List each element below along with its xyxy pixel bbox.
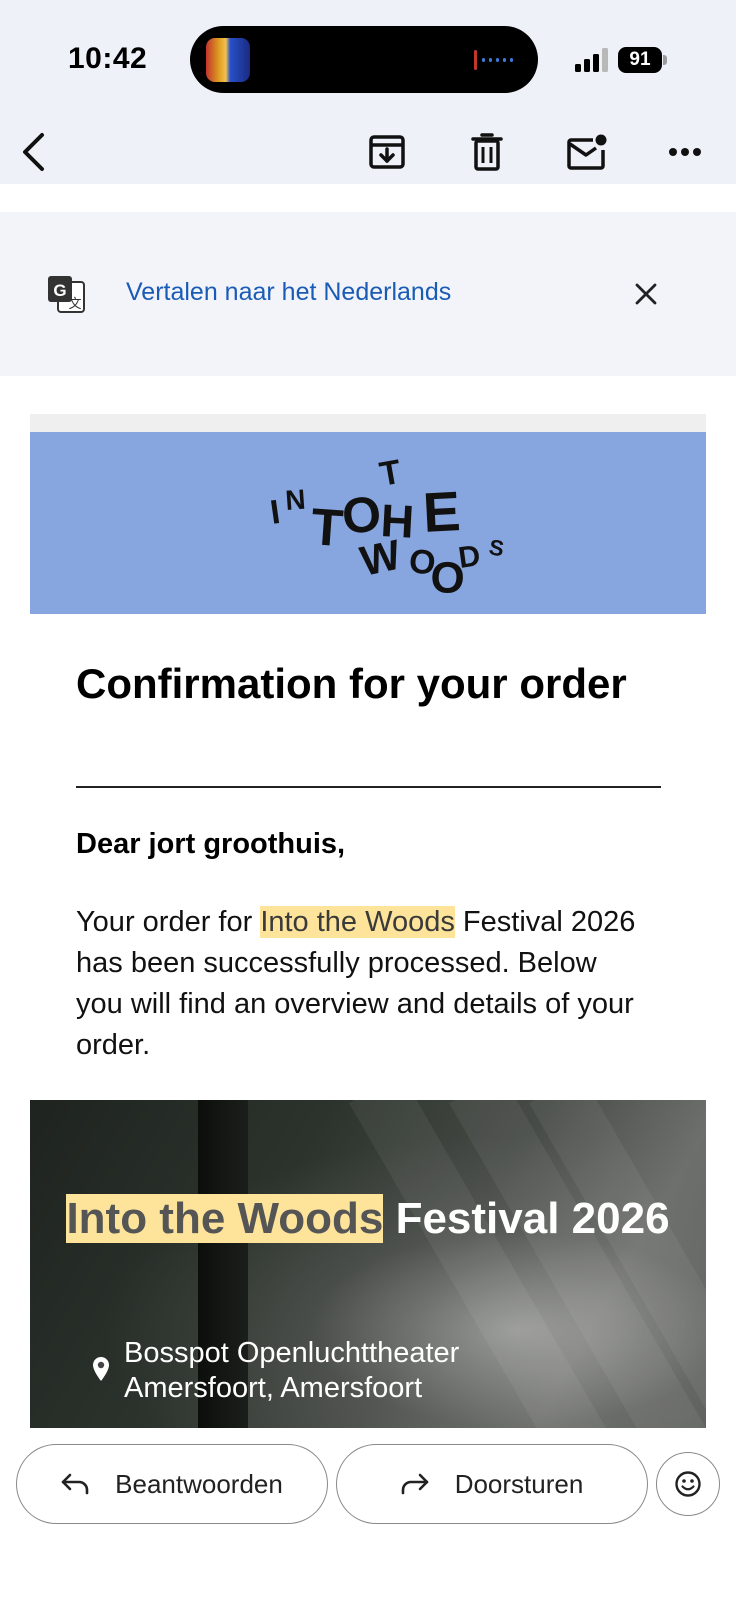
svg-text:文: 文 bbox=[68, 296, 81, 311]
battery-tip bbox=[663, 55, 667, 65]
svg-text:I: I bbox=[268, 493, 283, 532]
hero-title-highlight: Into the Woods bbox=[66, 1194, 384, 1243]
emoji-reaction-icon bbox=[675, 1471, 701, 1497]
svg-text:E: E bbox=[421, 479, 462, 544]
trash-icon bbox=[471, 133, 503, 171]
translate-banner: G 文 Vertalen naar het Nederlands bbox=[0, 212, 736, 376]
back-arrow-icon bbox=[23, 133, 44, 171]
title-divider bbox=[76, 786, 661, 788]
archive-button[interactable] bbox=[362, 120, 412, 184]
email-title: Confirmation for your order bbox=[76, 660, 627, 707]
email-toolbar bbox=[0, 120, 736, 184]
cellular-signal-icon bbox=[575, 48, 608, 72]
svg-text:N: N bbox=[284, 484, 306, 516]
svg-text:S: S bbox=[487, 534, 506, 561]
now-playing-artwork-icon bbox=[206, 38, 250, 82]
festival-hero-image[interactable]: Into the Woods Festival 2026 Bosspot Ope… bbox=[30, 1100, 706, 1428]
svg-text:T: T bbox=[377, 453, 404, 494]
svg-text:T: T bbox=[309, 498, 345, 558]
close-icon bbox=[635, 283, 657, 305]
translate-icon: G 文 bbox=[48, 276, 85, 313]
delete-button[interactable] bbox=[462, 120, 512, 184]
hero-title: Into the Woods Festival 2026 bbox=[30, 1192, 706, 1246]
hero-title-rest: Festival 2026 bbox=[383, 1194, 670, 1243]
translate-link[interactable]: Vertalen naar het Nederlands bbox=[126, 278, 451, 307]
email-body-text: Your order for Into the Woods Festival 2… bbox=[76, 902, 646, 1066]
toolbar-spacer bbox=[0, 184, 736, 212]
forward-button-label: Doorsturen bbox=[454, 1468, 584, 1499]
location-line-2: Amersfoort, Amersfoort bbox=[124, 1372, 423, 1404]
translate-close-button[interactable] bbox=[628, 276, 664, 312]
hero-location-text: Bosspot Openluchttheater Amersfoort, Ame… bbox=[124, 1336, 459, 1406]
forward-icon bbox=[401, 1473, 428, 1495]
emoji-reaction-button[interactable] bbox=[656, 1452, 720, 1516]
mark-unread-button[interactable] bbox=[560, 120, 616, 184]
reply-button-label: Beantwoorden bbox=[115, 1468, 283, 1499]
location-line-1: Bosspot Openluchttheater bbox=[124, 1337, 460, 1369]
location-pin-icon bbox=[93, 1357, 109, 1381]
archive-icon bbox=[369, 135, 405, 169]
battery-icon: 91 bbox=[618, 47, 662, 73]
status-bar: 10:42 91 bbox=[0, 0, 736, 120]
festival-logo: I N T O T H E W O O D S bbox=[268, 453, 506, 603]
status-time: 10:42 bbox=[68, 42, 148, 75]
reply-action-bar: Beantwoorden Doorsturen bbox=[0, 1428, 736, 1600]
body-text-prefix: Your order for bbox=[76, 906, 261, 938]
more-options-button[interactable] bbox=[660, 120, 710, 184]
svg-text:D: D bbox=[456, 539, 482, 575]
svg-text:G: G bbox=[53, 281, 66, 300]
reply-button[interactable]: Beantwoorden bbox=[16, 1444, 328, 1524]
email-top-border bbox=[30, 414, 706, 432]
forward-button[interactable]: Doorsturen bbox=[336, 1444, 648, 1524]
reply-icon bbox=[61, 1473, 89, 1495]
more-options-icon bbox=[669, 148, 701, 156]
mark-unread-icon bbox=[567, 134, 607, 170]
body-highlight: Into the Woods bbox=[260, 906, 455, 938]
email-greeting: Dear jort groothuis, bbox=[76, 828, 346, 860]
hero-location: Bosspot Openluchttheater Amersfoort, Ame… bbox=[92, 1336, 459, 1406]
email-header-banner: I N T O T H E W O O D S bbox=[30, 432, 706, 614]
back-button[interactable] bbox=[8, 120, 58, 184]
dynamic-island[interactable] bbox=[190, 26, 538, 93]
audio-waveform-icon bbox=[474, 50, 513, 70]
